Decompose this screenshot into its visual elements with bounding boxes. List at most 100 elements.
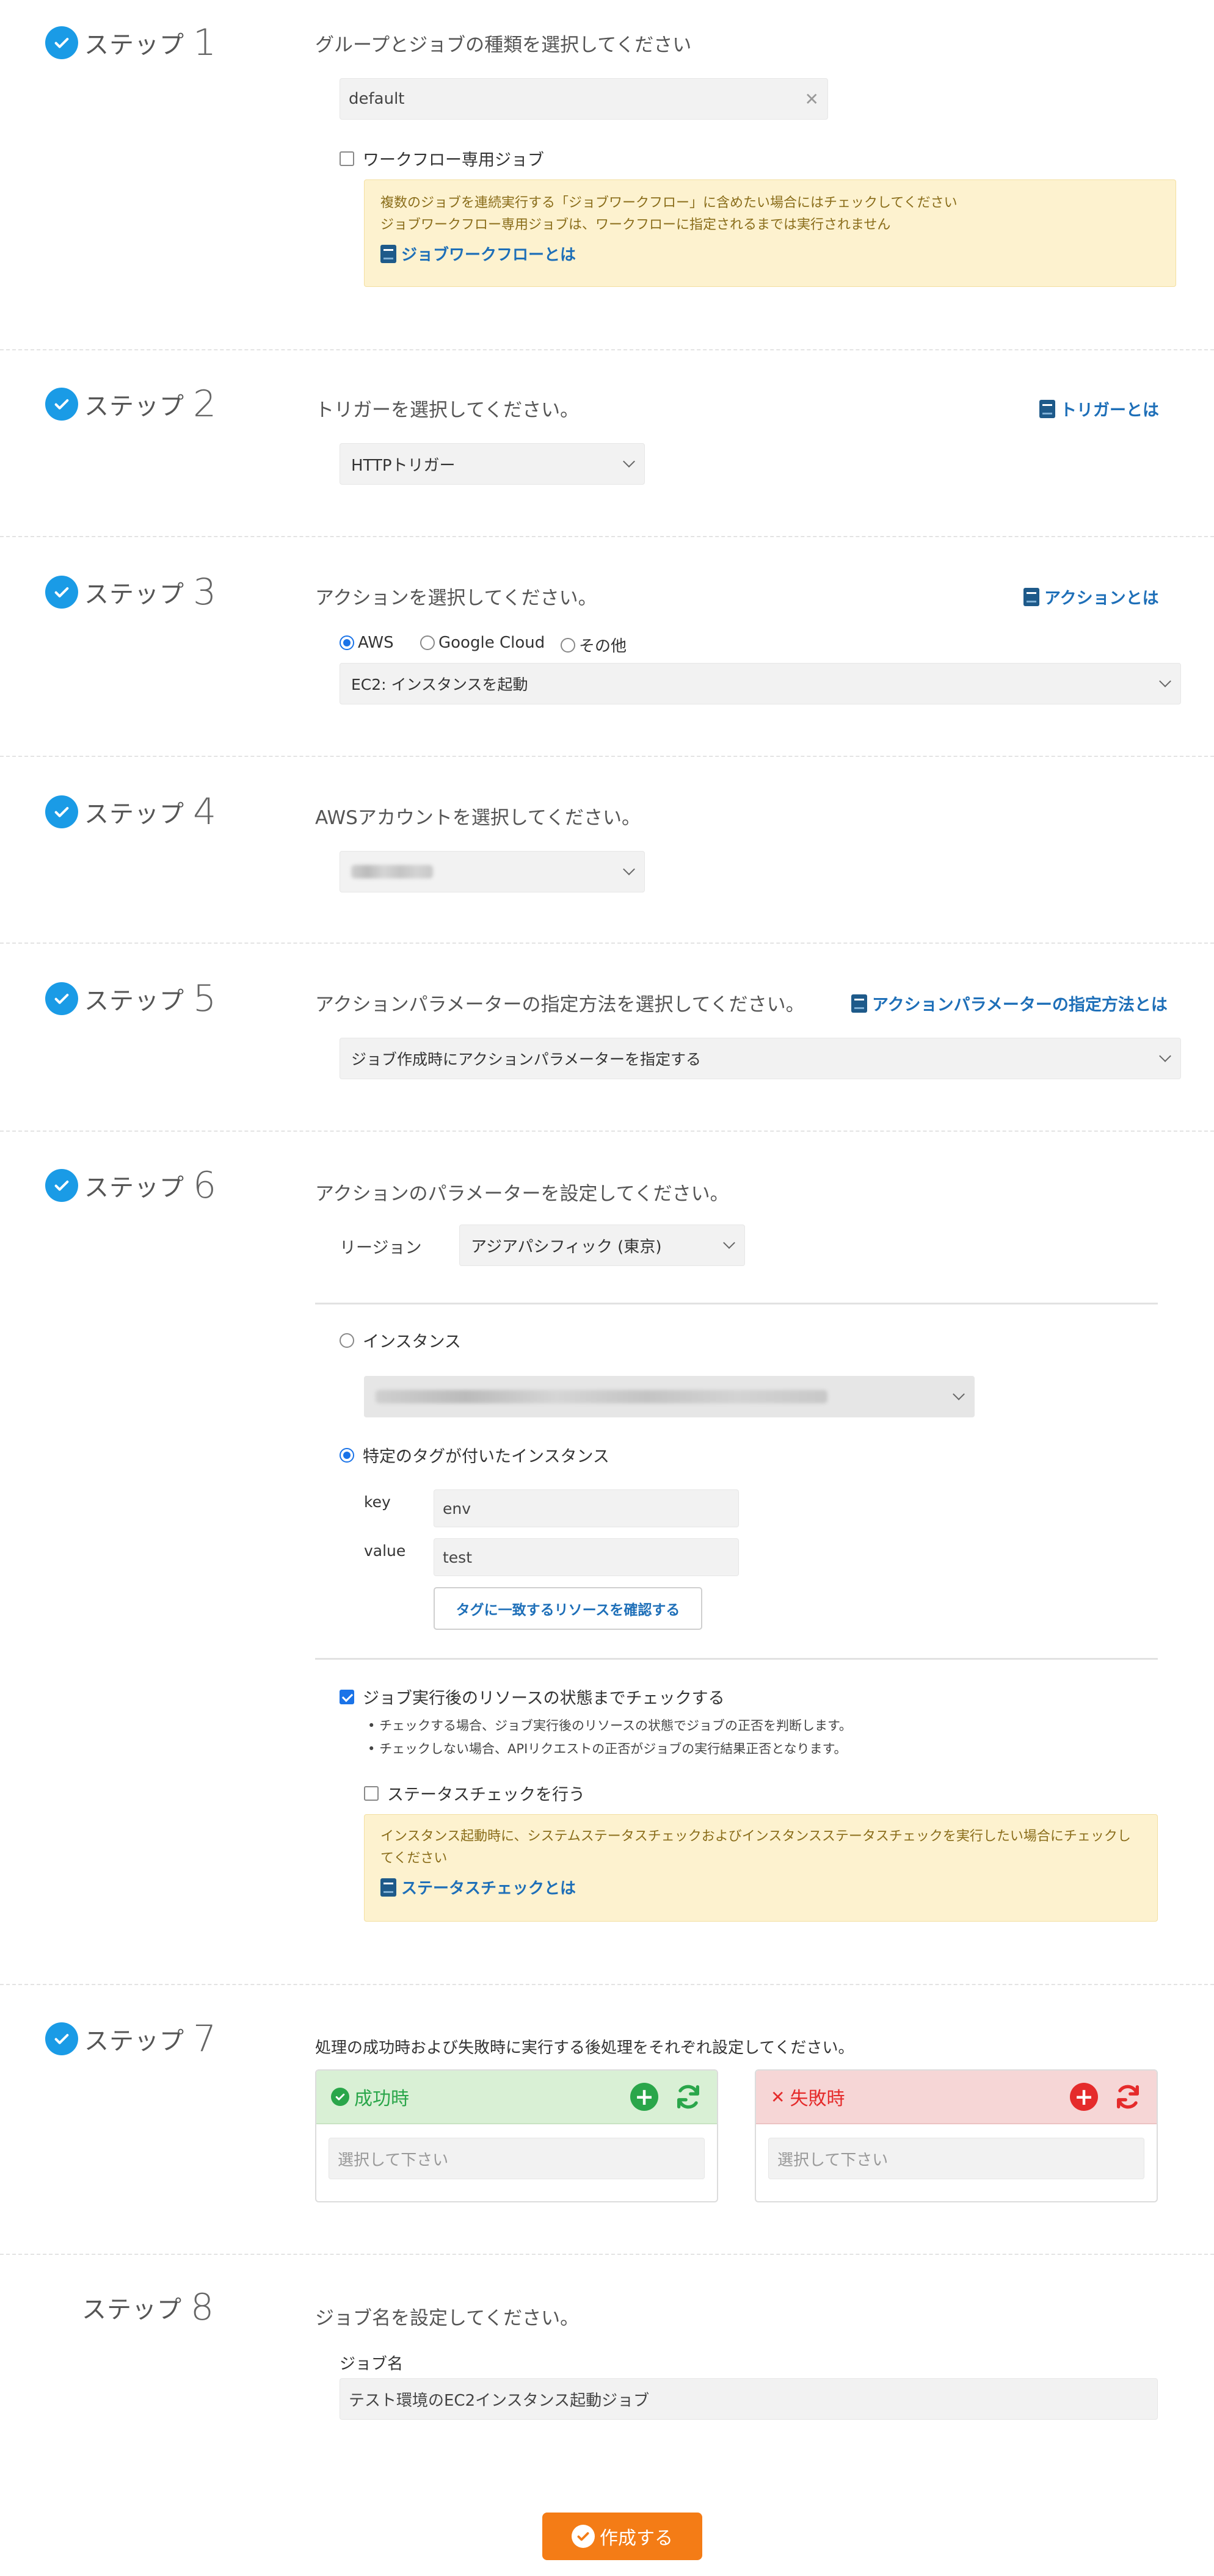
add-failure-icon[interactable]: +: [1070, 2083, 1098, 2111]
bullet-text: チェックしない場合、APIリクエストの正否がジョブの実行結果正否となります。: [379, 1742, 847, 1756]
provider-other[interactable]: その他: [561, 634, 627, 656]
trigger-help-link[interactable]: トリガーとは: [1039, 397, 1159, 421]
trigger-value: HTTPトリガー: [351, 456, 456, 475]
workflow-only-checkbox[interactable]: [340, 151, 354, 166]
radio-button[interactable]: [340, 1333, 354, 1348]
chevron-down-icon: [723, 1237, 735, 1249]
step-number: 2: [193, 383, 217, 425]
check-state-bullets: • チェックする場合、ジョブ実行後のリソースの状態でジョブの正否を判断します。 …: [368, 1714, 852, 1760]
note-line: てください: [380, 1851, 448, 1866]
status-check-note: インスタンス起動時に、システムステータスチェックおよびインスタンスステータスチェ…: [364, 1814, 1158, 1922]
note-line: インスタンス起動時に、システムステータスチェックおよびインスタンスステータスチェ…: [380, 1829, 1131, 1844]
section-divider: [0, 942, 1214, 944]
step2-heading: トリガーを選択してください。: [315, 399, 580, 421]
check-circle-icon: [45, 2022, 78, 2055]
instance-option[interactable]: インスタンス: [340, 1328, 461, 1352]
chevron-down-icon: [953, 1388, 965, 1400]
status-check-help-link[interactable]: ステータスチェックとは: [380, 1876, 1141, 1898]
create-button[interactable]: 作成する: [542, 2513, 702, 2560]
success-panel-header: 成功時 +: [316, 2071, 717, 2124]
job-name-label: ジョブ名: [340, 2355, 404, 2373]
refresh-failure-icon[interactable]: [1114, 2083, 1142, 2111]
failure-actions: +: [1070, 2083, 1142, 2111]
action-select[interactable]: EC2: インスタンスを起動: [340, 663, 1181, 704]
group-value: default: [349, 90, 405, 108]
success-action-select[interactable]: 選択して下さい: [329, 2138, 705, 2179]
workflow-only-option[interactable]: ワークフロー専用ジョブ: [340, 147, 544, 170]
note-line: ジョブワークフロー専用ジョブは、ワークフローに指定されるまでは実行されません: [380, 217, 891, 233]
provider-aws[interactable]: AWS: [340, 634, 394, 652]
parameter-method-select[interactable]: ジョブ作成時にアクションパラメーターを指定する: [340, 1038, 1181, 1079]
check-circle-icon: [45, 795, 78, 828]
step-word: ステップ: [84, 581, 184, 609]
provider-google-cloud[interactable]: Google Cloud: [420, 634, 545, 652]
tag-value-input[interactable]: test: [434, 1538, 739, 1576]
failure-panel-header: ✕ 失敗時 +: [756, 2071, 1157, 2124]
success-title-text: 成功時: [354, 2088, 409, 2110]
radio-button[interactable]: [340, 635, 354, 650]
book-icon: [851, 994, 867, 1013]
success-actions: +: [630, 2083, 702, 2111]
region-select[interactable]: アジアパシフィック (東京): [459, 1225, 745, 1266]
provider-label: AWS: [358, 634, 394, 652]
success-panel: 成功時 + 選択して下さい: [315, 2069, 718, 2202]
tagged-instance-option[interactable]: 特定のタグが付いたインスタンス: [340, 1443, 609, 1467]
step-6-label: ステップ 6: [45, 1167, 216, 1204]
action-help-link[interactable]: アクションとは: [1023, 585, 1159, 609]
provider-label: その他: [579, 637, 627, 656]
job-name-input[interactable]: テスト環境のEC2インスタンス起動ジョブ: [340, 2378, 1158, 2420]
region-value: アジアパシフィック (東京): [471, 1237, 662, 1256]
step-8-label: ステップ 8: [82, 2289, 214, 2326]
step-word: ステップ: [84, 31, 184, 59]
failure-title-text: 失敗時: [790, 2088, 845, 2110]
redacted-instance-list: [376, 1390, 827, 1403]
aws-account-select[interactable]: [340, 851, 645, 892]
step-number: 5: [193, 977, 217, 1020]
tag-key-input[interactable]: env: [434, 1489, 739, 1527]
step-word: ステップ: [84, 987, 184, 1015]
step-4-label: ステップ 4: [45, 794, 216, 830]
failure-action-select[interactable]: 選択して下さい: [768, 2138, 1144, 2179]
tagged-instance-label: 特定のタグが付いたインスタンス: [363, 1447, 609, 1466]
step4-heading: AWSアカウントを選択してください。: [315, 807, 641, 829]
radio-button[interactable]: [420, 635, 435, 650]
step-word: ステップ: [84, 800, 184, 828]
step-number: 3: [193, 571, 217, 613]
status-check-label: ステータスチェックを行う: [387, 1785, 585, 1804]
radio-button[interactable]: [561, 637, 575, 653]
check-circle-icon: [45, 982, 78, 1015]
book-icon: [380, 244, 396, 263]
parameter-method-help-link[interactable]: アクションパラメーターの指定方法とは: [851, 991, 1168, 1015]
status-check-option[interactable]: ステータスチェックを行う: [364, 1781, 585, 1805]
instance-select[interactable]: [364, 1376, 975, 1417]
section-divider: [0, 536, 1214, 537]
check-resource-state-checkbox[interactable]: [340, 1689, 354, 1704]
step5-heading: アクションパラメーターの指定方法を選択してください。: [315, 994, 805, 1016]
refresh-success-icon[interactable]: [674, 2083, 702, 2111]
bullet-item: • チェックする場合、ジョブ実行後のリソースの状態でジョブの正否を判断します。: [368, 1718, 852, 1733]
confirm-matching-resources-button[interactable]: タグに一致するリソースを確認する: [434, 1587, 702, 1630]
tag-key-label: key: [364, 1493, 391, 1511]
status-check-checkbox[interactable]: [364, 1785, 379, 1801]
trigger-select[interactable]: HTTPトリガー: [340, 443, 645, 485]
clear-icon[interactable]: ✕: [805, 89, 819, 109]
check-circle-icon: [45, 26, 78, 59]
step-word: ステップ: [84, 393, 184, 421]
check-circle-icon: [45, 388, 78, 421]
region-label: リージョン: [340, 1239, 422, 1257]
section-divider: [0, 1131, 1214, 1132]
link-label: ステータスチェックとは: [401, 1880, 576, 1898]
tag-key-value: env: [443, 1499, 471, 1518]
step-number: 7: [193, 2017, 217, 2060]
step3-heading: アクションを選択してください。: [315, 587, 597, 609]
link-label: トリガーとは: [1060, 401, 1159, 420]
tag-value-label: value: [364, 1542, 406, 1560]
redacted-account-name: [351, 865, 433, 878]
failure-placeholder: 選択して下さい: [777, 2151, 889, 2169]
radio-button[interactable]: [340, 1447, 354, 1463]
group-input[interactable]: default ✕: [340, 78, 828, 120]
check-resource-state-option[interactable]: ジョブ実行後のリソースの状態までチェックする: [340, 1685, 725, 1709]
add-success-icon[interactable]: +: [630, 2083, 658, 2111]
action-value: EC2: インスタンスを起動: [351, 676, 528, 693]
workflow-help-link[interactable]: ジョブワークフローとは: [380, 242, 1160, 265]
